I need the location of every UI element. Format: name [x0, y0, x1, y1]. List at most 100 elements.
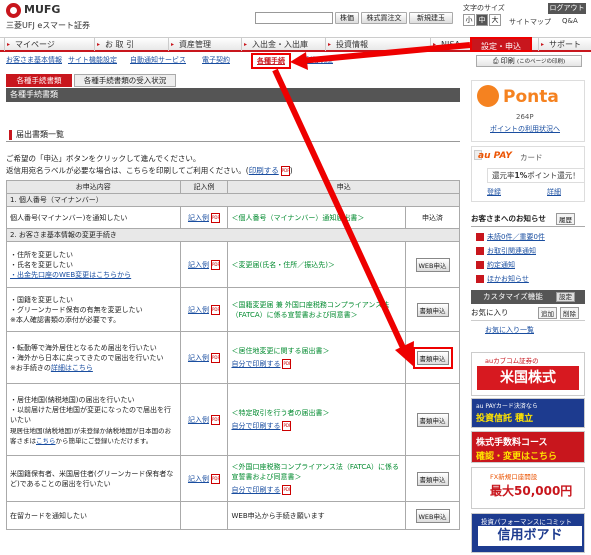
example-link[interactable]: 記入例 — [188, 214, 209, 222]
banner-title: 投資信託 積立 — [476, 414, 534, 424]
group-basic-info: 2. お客さま基本情報の変更手続き — [6, 228, 460, 242]
stock-buy-button[interactable]: 株式買注文 — [361, 12, 407, 24]
intro-line2: 返信用宛名ラベルが必要な場合は、こちらを印刷してご利用ください。(印刷する PDF… — [6, 165, 293, 176]
table-row: ・転勤等で海外居住となるため届出を行いたい ・海外から日本に戻ってきたので届出を… — [6, 331, 460, 384]
notice-item[interactable]: 約定通知 — [476, 260, 515, 270]
notice-item[interactable]: ほかお知らせ — [476, 274, 529, 284]
register-here-link[interactable]: こちら — [36, 437, 56, 445]
aupay-register-link[interactable]: 登録 — [487, 187, 501, 197]
fontsize-large-button[interactable]: 大 — [489, 14, 501, 26]
bank-web-change-link[interactable]: ・出金先口座のWEB変更はこちらから — [10, 270, 177, 280]
sitemap-link[interactable]: サイトマップ — [509, 17, 551, 27]
pdf-icon: PDF — [282, 485, 292, 495]
subnav-procedures[interactable]: 各種手続 — [251, 53, 291, 69]
nav-trade[interactable]: お 取 引 — [94, 38, 154, 51]
fontsize-small-button[interactable]: 小 — [463, 14, 475, 26]
pdf-icon: PDF — [210, 352, 220, 363]
row-content: ・転勤等で海外居住となるため届出を行いたい ・海外から日本に戻ってきたので届出を… — [6, 331, 181, 384]
pdf-icon: PDF — [282, 359, 292, 369]
new-position-button[interactable]: 新規建玉 — [409, 12, 453, 24]
notice-item-label[interactable]: 約定通知 — [487, 261, 515, 269]
pdf-icon: PDF — [210, 304, 220, 315]
row-content: 在留カードを通知したい — [6, 501, 181, 530]
notice-item[interactable]: お取引関連通知 — [476, 246, 536, 256]
self-print-link[interactable]: 自分で印刷する — [231, 360, 280, 368]
table-row: 米国籍保有者、米国居住者(グリーンカード保有者など)であることの届出を行いたい … — [6, 455, 460, 502]
doc-apply-button[interactable]: 書類申込 — [416, 471, 449, 486]
ponta-usage-link[interactable]: ポイントの利用状況へ — [490, 124, 560, 134]
apply-cell: WEB申込 — [405, 501, 460, 530]
banner-subtitle: FX新規口座開設 — [490, 473, 538, 481]
tab-procedure-docs[interactable]: 各種手続書類 — [6, 74, 72, 87]
doc-note: WEB申込から手続き願います — [227, 501, 407, 530]
doc-apply-button[interactable]: 書類申込 — [416, 412, 449, 427]
subnav-e-contract[interactable]: 電子契約 — [202, 55, 230, 65]
banner-subtitle: au PAYカード決済なら — [476, 403, 538, 410]
favorites-add-button[interactable]: 追加 — [538, 307, 557, 319]
self-print-link[interactable]: 自分で印刷する — [231, 486, 280, 494]
mufg-logo-icon — [6, 3, 21, 18]
notice-history-button[interactable]: 履歴 — [556, 213, 575, 225]
apply-cell: 書類申込 — [405, 331, 460, 384]
nav-support[interactable]: サポート — [538, 38, 590, 51]
nav-nisa[interactable]: NISA — [430, 38, 470, 51]
row-line: ・居住地国(納税地国)の届出を行いたい — [10, 395, 135, 404]
nav-deposit[interactable]: 入出金・入出庫 — [241, 38, 315, 51]
notice-item-label[interactable]: ほかお知らせ — [487, 275, 529, 283]
row-content: ・居住地国(納税地国)の届出を行いたい ・以前届けた居住地国が変更になったので届… — [6, 383, 181, 456]
qa-link[interactable]: Q&A — [562, 17, 578, 25]
subnav-customer-info[interactable]: お客さま基本情報 — [6, 55, 62, 65]
stock-search-input[interactable] — [255, 12, 333, 24]
customize-settings-button[interactable]: 設定 — [556, 292, 575, 302]
banner-title: 信用ボアド — [478, 526, 582, 546]
details-link[interactable]: 詳細はこちら — [51, 364, 93, 372]
print-page-button[interactable]: ⎙ 印刷 (このページの印刷) — [476, 55, 582, 67]
mail-icon — [476, 261, 484, 269]
example-link[interactable]: 記入例 — [188, 416, 209, 424]
ponta-logo: Ponta — [503, 87, 559, 107]
notice-item-label[interactable]: 未読0件／重要0件 — [487, 233, 545, 241]
tab-receipt-status[interactable]: 各種手続書類の受入状況 — [74, 74, 176, 87]
mail-icon — [476, 247, 484, 255]
example-cell: 記入例 PDF — [179, 287, 229, 332]
apply-cell: 書類申込 — [405, 383, 460, 456]
sitemap-label[interactable]: サイトマップ — [509, 18, 551, 26]
nav-invest-info[interactable]: 投資情報 — [325, 38, 385, 51]
fontsize-medium-button[interactable]: 中 — [476, 14, 488, 26]
example-cell: 記入例 PDF — [179, 455, 229, 502]
banner-subtitle: 投資パフォーマンスにコミット — [481, 518, 572, 526]
example-link[interactable]: 記入例 — [188, 475, 209, 483]
logout-button[interactable]: ログアウト — [548, 3, 586, 14]
web-apply-button[interactable]: WEB申込 — [415, 257, 450, 272]
web-apply-button[interactable]: WEB申込 — [415, 508, 450, 523]
subnav-usage-system[interactable]: ご利用制度 — [298, 55, 333, 65]
row-line: ・グリーンカード保有の有無を変更したい — [10, 305, 143, 314]
fontsize-label: 文字のサイズ — [463, 4, 505, 12]
example-link[interactable]: 記入例 — [188, 306, 209, 314]
notice-item-label[interactable]: お取引関連通知 — [487, 247, 536, 255]
favorites-list-link[interactable]: お気に入り一覧 — [485, 325, 534, 335]
favorites-delete-button[interactable]: 削除 — [560, 307, 579, 319]
subnav-site-settings[interactable]: サイト機能設定 — [68, 55, 117, 65]
brand-subtitle: 三菱UFJ eスマート証券 — [6, 21, 91, 30]
doc-name: ＜特定取引を行う者の届出書＞ — [231, 409, 330, 417]
notice-item[interactable]: 未読0件／重要0件 — [476, 232, 545, 242]
nav-assets[interactable]: 資産管理 — [168, 38, 228, 51]
example-link[interactable]: 記入例 — [188, 354, 209, 362]
doc-apply-button-highlighted[interactable]: 書類申込 — [412, 346, 453, 369]
reward-rate-value: 1% — [514, 171, 528, 180]
qa-label[interactable]: Q&A — [562, 17, 578, 25]
aupay-detail-link[interactable]: 詳細 — [547, 187, 561, 197]
doc-apply-button[interactable]: 書類申込 — [416, 302, 449, 317]
example-link[interactable]: 記入例 — [188, 261, 209, 269]
aupay-logo: au PAY — [478, 151, 512, 161]
subnav-auto-notify[interactable]: 自動通知サービス — [130, 55, 186, 65]
row-content: 米国籍保有者、米国居住者(グリーンカード保有者など)であることの届出を行いたい — [6, 455, 181, 502]
pdf-icon: PDF — [280, 166, 290, 176]
nav-settings-apply[interactable]: 設定・申込 — [470, 37, 532, 52]
stock-price-button[interactable]: 株価 — [335, 12, 359, 24]
self-print-link[interactable]: 自分で印刷する — [231, 422, 280, 430]
ponta-points: 264P — [516, 113, 534, 121]
print-label-link[interactable]: 印刷する — [249, 166, 279, 175]
nav-mypage[interactable]: マイページ — [4, 38, 64, 51]
